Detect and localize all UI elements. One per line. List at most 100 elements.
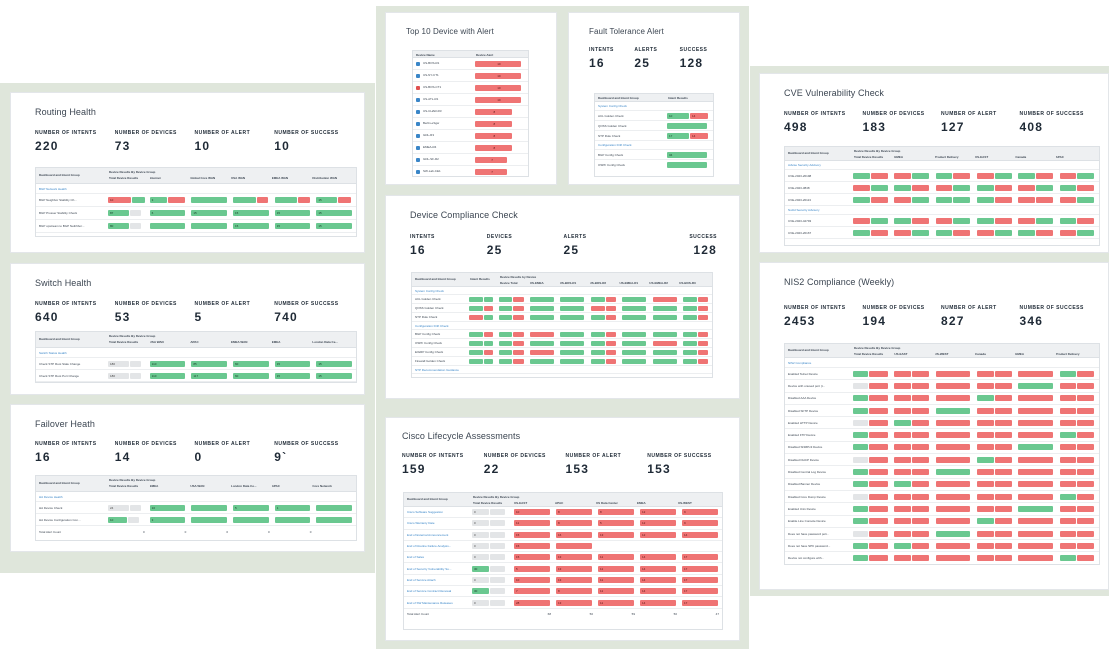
result-bar bbox=[697, 358, 709, 364]
result-bar bbox=[1018, 419, 1053, 426]
group-row[interactable]: Configuration Drift Check bbox=[595, 141, 713, 150]
group-row[interactable]: Nvdid Security Advisory bbox=[785, 206, 1099, 215]
table-row[interactable]: End of Security Vulnerability Su... 30 5 13… bbox=[404, 563, 722, 575]
table-row[interactable]: BGP Config Check 34 bbox=[595, 150, 713, 160]
device-icon bbox=[416, 145, 420, 150]
table-row[interactable]: HA Device Check 24 10 5 1 bbox=[36, 502, 356, 514]
result-bar bbox=[1077, 493, 1095, 500]
result-bar bbox=[605, 296, 617, 302]
table-row[interactable]: QOSS Golden Check bbox=[412, 304, 712, 313]
result-bar bbox=[1077, 542, 1095, 549]
group-row[interactable]: System Config Check bbox=[595, 102, 713, 111]
result-bar bbox=[935, 184, 953, 191]
table-row[interactable]: Enabled Telnet Device bbox=[785, 368, 1099, 381]
table-row[interactable]: US-NY-CT1 10 bbox=[413, 70, 528, 82]
table-row[interactable]: Enable Line Console Device bbox=[785, 516, 1099, 528]
table-row[interactable]: BGP Config Check bbox=[412, 330, 712, 339]
table-row[interactable]: CVE-2023-20113 bbox=[785, 194, 1099, 206]
result-bar bbox=[912, 370, 929, 377]
result-bar bbox=[1036, 184, 1053, 191]
table-row[interactable]: Disabled Central Log Device bbox=[785, 466, 1099, 479]
table-row[interactable]: Disabled DHCP Device bbox=[785, 454, 1099, 467]
table-row[interactable]: Disabled Banner Device bbox=[785, 479, 1099, 491]
result-bar bbox=[1077, 518, 1095, 525]
table-row[interactable]: Does not have password poli... bbox=[785, 528, 1099, 541]
table-row[interactable]: CVE-2023-20198 bbox=[785, 170, 1099, 182]
table-row[interactable]: US-BOS-R1 10 bbox=[413, 58, 528, 70]
table-row[interactable]: HA Device Configuration Con... 10 3 bbox=[36, 514, 356, 526]
table-row[interactable]: BGP Prosser Stability Check 87 6 15 15 1… bbox=[36, 207, 356, 220]
table-row[interactable]: ACL Golden Check bbox=[412, 295, 712, 304]
table-row[interactable]: Disabled SNMPv3 Device bbox=[785, 442, 1099, 455]
group-row[interactable]: NTP Recommendation Guidance bbox=[412, 366, 712, 374]
group-row[interactable]: System Config Check bbox=[412, 287, 712, 295]
table-row[interactable]: End of Sales 0 15 13 11 14 17 bbox=[404, 552, 722, 564]
table-row[interactable]: GDL-SF-R2 7 bbox=[413, 154, 528, 166]
table-row[interactable]: Check STP Root Port Change 180 110 117 6… bbox=[36, 370, 356, 382]
table-row[interactable]: Disabled SFTP Device bbox=[785, 405, 1099, 418]
table-row[interactable]: OSPF Config Check bbox=[412, 339, 712, 348]
group-row[interactable]: Configuration Drift Check bbox=[412, 322, 712, 330]
table-row[interactable]: Berlin-eSgw 8 bbox=[413, 118, 528, 130]
table-row[interactable]: Device not configure with... bbox=[785, 552, 1099, 564]
stat-alert: NUMBER OF ALERT 0 bbox=[194, 441, 251, 464]
table-row[interactable]: End of Service Attach 0 10 13 11 14 17 bbox=[404, 575, 722, 587]
table-row[interactable]: Does not have SPK password... bbox=[785, 540, 1099, 553]
table-row[interactable]: CVE-2023-42793 bbox=[785, 215, 1099, 227]
result-bar bbox=[870, 184, 888, 191]
table-row[interactable]: OSPF Config Check bbox=[595, 160, 713, 170]
table-row[interactable]: CVE-2023-20167 bbox=[785, 227, 1099, 239]
table-row[interactable]: QOSS Golden Check bbox=[595, 121, 713, 131]
table-row[interactable]: End of Service Contract Renewal 30 7 8 11 14 1… bbox=[404, 586, 722, 598]
result-bar bbox=[868, 493, 888, 500]
table-row[interactable]: NTP Rule Check 17 14 bbox=[595, 131, 713, 141]
table-row[interactable]: ACL Golden Check 10 14 bbox=[595, 111, 713, 121]
table-row[interactable]: End of SW Maintenance Releases 0 28 13 11 14 1… bbox=[404, 597, 722, 609]
table-row[interactable]: SW-Lab-CE1 7 bbox=[413, 166, 528, 176]
table-row[interactable]: Firewall Golden Check bbox=[412, 357, 712, 366]
result-bar bbox=[853, 172, 870, 179]
table-row[interactable]: End of Routine Failure Analysis... 0 15 bbox=[404, 541, 722, 553]
result-bar bbox=[912, 184, 929, 191]
table-row[interactable]: US-ATL-R1 10 bbox=[413, 94, 528, 106]
table-row[interactable]: BGP upstream to BGP Neibhbor... 80 15 15… bbox=[36, 220, 356, 233]
table-row[interactable]: US-BOS-CT1 10 bbox=[413, 82, 528, 94]
table-row[interactable]: Disabled AAA Device bbox=[785, 393, 1099, 405]
table-row[interactable]: Cisco Software Suggestion 0 10 8 8 12 9 bbox=[404, 507, 722, 519]
group-row[interactable]: NIS2 Compliance bbox=[785, 358, 1099, 368]
table-row[interactable]: Enabled HTTP Device bbox=[785, 417, 1099, 430]
table-row[interactable]: End of External Announcement 0 15 16 13 12 14 bbox=[404, 530, 722, 541]
table-row[interactable]: EIGRP Config Check bbox=[412, 348, 712, 357]
result-bar bbox=[994, 518, 1012, 525]
result-bar bbox=[683, 314, 697, 320]
table-row[interactable]: Enabled Unix Device bbox=[785, 503, 1099, 516]
result-bar bbox=[484, 331, 494, 337]
table-row[interactable]: Cisco Warranty Date 0 11 8 5 12 9 bbox=[404, 518, 722, 530]
group-row[interactable]: Advise Security Advisory bbox=[785, 161, 1099, 170]
result-bar bbox=[484, 305, 494, 311]
result-bar bbox=[894, 407, 912, 414]
result-bar bbox=[935, 518, 970, 525]
table-row[interactable]: NTP Rule Check bbox=[412, 313, 712, 322]
result-bar bbox=[994, 196, 1012, 203]
result-bar bbox=[513, 314, 525, 320]
result-bar bbox=[560, 331, 585, 337]
result-bar bbox=[1077, 217, 1095, 224]
result-bar bbox=[1059, 432, 1077, 439]
group-row[interactable]: Switch Status Health bbox=[36, 348, 356, 358]
table-row[interactable]: Device with unused port (t... bbox=[785, 380, 1099, 393]
table-row[interactable]: CVE-2023-3848 bbox=[785, 182, 1099, 194]
group-row[interactable]: HA Device Health bbox=[36, 492, 356, 502]
table-row[interactable]: Check STP Root Stale Change 180 110 85 6… bbox=[36, 358, 356, 370]
table-row[interactable]: Disabled Core Dump Device bbox=[785, 491, 1099, 504]
result-bar bbox=[560, 314, 585, 320]
table-row[interactable]: EMEA-R4 8 bbox=[413, 142, 528, 154]
result-bar bbox=[1018, 184, 1036, 191]
result-bar bbox=[1036, 217, 1053, 224]
result-bar bbox=[894, 542, 912, 549]
group-row[interactable]: BGP Network Health bbox=[36, 184, 356, 194]
table-row[interactable]: US-CHAR-R3 8 bbox=[413, 106, 528, 118]
table-row[interactable]: Enabled FTP Device bbox=[785, 429, 1099, 442]
table-row[interactable]: GDL-R3 8 bbox=[413, 130, 528, 142]
table-row[interactable]: BGP Neighbor Stability Ch... 10 3 15 bbox=[36, 194, 356, 207]
